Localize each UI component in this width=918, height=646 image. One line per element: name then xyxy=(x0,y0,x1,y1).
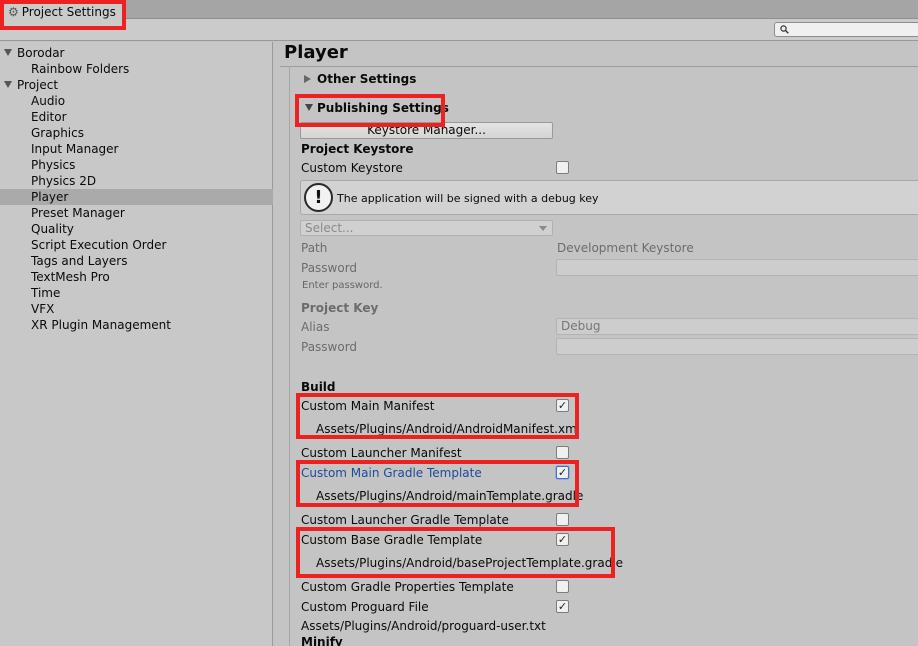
search-input[interactable] xyxy=(774,22,918,37)
sidebar-item-preset-manager[interactable]: Preset Manager xyxy=(0,205,273,221)
sidebar-item-physics-2d[interactable]: Physics 2D xyxy=(0,173,273,189)
sidebar-item-player[interactable]: Player xyxy=(0,189,273,205)
custom-base-gradle-label: Custom Base Gradle Template xyxy=(301,533,483,547)
sidebar-item-tags-and-layers[interactable]: Tags and Layers xyxy=(0,253,273,269)
custom-main-gradle-label: Custom Main Gradle Template xyxy=(301,466,482,480)
custom-launcher-manifest-checkbox[interactable] xyxy=(556,446,569,459)
tab-title: Project Settings xyxy=(21,4,116,19)
collapsed-triangle-icon xyxy=(304,74,311,83)
key-password-label: Password xyxy=(301,340,358,354)
keystore-password-label: Password xyxy=(301,261,358,275)
sidebar-item-physics[interactable]: Physics xyxy=(0,157,273,173)
custom-main-manifest-path: Assets/Plugins/Android/AndroidManifest.x… xyxy=(316,422,581,436)
custom-keystore-checkbox[interactable] xyxy=(556,161,569,174)
project-key-heading: Project Key xyxy=(301,301,379,315)
keystore-manager-button[interactable]: Keystore Manager... xyxy=(300,122,553,139)
custom-gradle-properties-checkbox[interactable] xyxy=(556,580,569,593)
custom-keystore-label: Custom Keystore xyxy=(301,161,403,175)
sidebar-item-editor[interactable]: Editor xyxy=(0,109,273,125)
divider xyxy=(280,66,918,67)
sidebar-item-input-manager[interactable]: Input Manager xyxy=(0,141,273,157)
foldout-publishing-settings[interactable]: Publishing Settings xyxy=(305,101,449,116)
sidebar-item-textmesh-pro[interactable]: TextMesh Pro xyxy=(0,269,273,285)
expanded-triangle-icon xyxy=(305,104,313,111)
key-password-field[interactable] xyxy=(556,338,918,355)
custom-proguard-checkbox[interactable]: ✓ xyxy=(556,600,569,613)
sidebar-item-xr-plugin-management[interactable]: XR Plugin Management xyxy=(0,317,273,333)
tree-group-borodar[interactable]: Borodar xyxy=(0,45,273,61)
tab-project-settings[interactable]: ⚙ Project Settings xyxy=(2,2,126,20)
project-keystore-heading: Project Keystore xyxy=(301,142,414,156)
tab-bar: ⚙ Project Settings xyxy=(0,0,918,20)
sidebar-item-time[interactable]: Time xyxy=(0,285,273,301)
tree-group-project[interactable]: Project xyxy=(0,77,273,93)
divider xyxy=(289,66,290,646)
gear-icon: ⚙ xyxy=(8,4,19,19)
custom-proguard-label: Custom Proguard File xyxy=(301,600,429,614)
help-text: The application will be signed with a de… xyxy=(337,192,599,205)
sidebar-item-quality[interactable]: Quality xyxy=(0,221,273,237)
keystore-password-field[interactable] xyxy=(556,259,918,276)
custom-launcher-gradle-label: Custom Launcher Gradle Template xyxy=(301,513,509,527)
sidebar-item-rainbow-folders[interactable]: Rainbow Folders xyxy=(0,61,273,77)
custom-main-gradle-path: Assets/Plugins/Android/mainTemplate.grad… xyxy=(316,489,584,503)
password-hint: Enter password. xyxy=(302,280,383,291)
warning-icon: ! xyxy=(304,183,333,212)
custom-base-gradle-checkbox[interactable]: ✓ xyxy=(556,533,569,546)
expand-triangle-icon xyxy=(4,81,12,88)
custom-gradle-properties-label: Custom Gradle Properties Template xyxy=(301,580,514,594)
alias-label: Alias xyxy=(301,320,330,334)
keystore-select-dropdown[interactable]: Select... xyxy=(300,220,553,236)
sidebar-item-audio[interactable]: Audio xyxy=(0,93,273,109)
sidebar-item-script-execution-order[interactable]: Script Execution Order xyxy=(0,237,273,253)
sidebar-item-vfx[interactable]: VFX xyxy=(0,301,273,317)
path-value: Development Keystore xyxy=(557,241,694,255)
help-box: ! The application will be signed with a … xyxy=(300,180,918,215)
custom-main-gradle-checkbox[interactable]: ✓ xyxy=(556,466,569,479)
page-title: Player xyxy=(284,42,348,63)
toolbar xyxy=(0,19,918,41)
sidebar-item-graphics[interactable]: Graphics xyxy=(0,125,273,141)
custom-launcher-gradle-checkbox[interactable] xyxy=(556,513,569,526)
custom-proguard-path: Assets/Plugins/Android/proguard-user.txt xyxy=(301,619,546,633)
build-heading: Build xyxy=(301,380,336,394)
foldout-other-settings[interactable]: Other Settings xyxy=(304,72,416,87)
custom-main-manifest-checkbox[interactable]: ✓ xyxy=(556,399,569,412)
custom-base-gradle-path: Assets/Plugins/Android/baseProjectTempla… xyxy=(316,556,624,570)
alias-field[interactable]: Debug xyxy=(556,318,918,335)
expand-triangle-icon xyxy=(4,49,12,56)
custom-main-manifest-label: Custom Main Manifest xyxy=(301,399,435,413)
search-icon xyxy=(780,25,789,34)
minify-heading: Minify xyxy=(301,635,343,646)
path-label: Path xyxy=(301,241,328,255)
chevron-down-icon xyxy=(539,226,547,231)
custom-launcher-manifest-label: Custom Launcher Manifest xyxy=(301,446,462,460)
